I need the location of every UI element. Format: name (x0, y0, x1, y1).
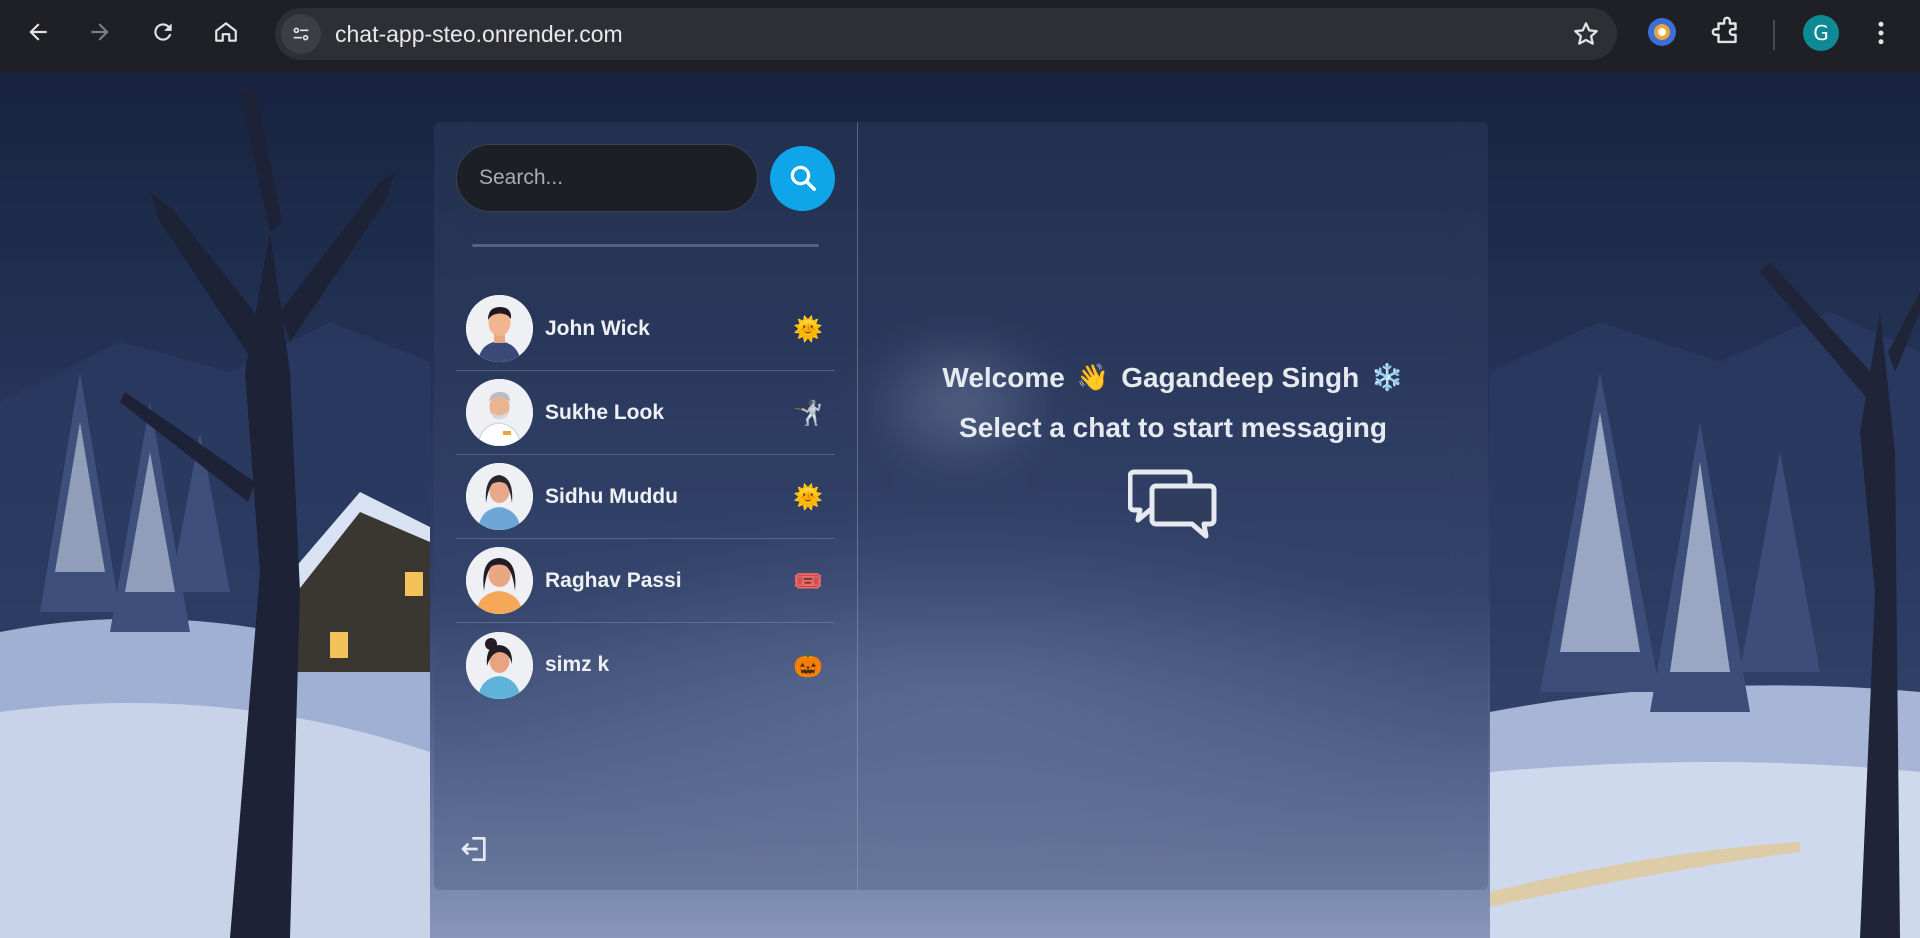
conversation-item[interactable]: Sidhu Muddu 🌞 (456, 455, 835, 539)
browser-toolbar: chat-app-steo.onrender.com G (0, 0, 1920, 72)
conversation-emoji: 🌞 (793, 314, 823, 343)
more-menu-icon[interactable] (1866, 16, 1896, 50)
conversation-emoji: 🤺 (793, 398, 823, 427)
snowflake-emoji: ❄️ (1371, 363, 1404, 393)
conversation-emoji: 🎃 (793, 651, 823, 679)
conversation-emoji: 🌞 (793, 482, 823, 511)
sidebar: John Wick 🌞 Sukhe Look 🤺 (434, 122, 858, 890)
url-text[interactable]: chat-app-steo.onrender.com (335, 21, 623, 48)
welcome-prefix: Welcome (942, 362, 1065, 393)
welcome-subtitle: Select a chat to start messaging (959, 412, 1387, 443)
profile-avatar[interactable]: G (1803, 15, 1839, 51)
logout-icon (461, 837, 486, 861)
conversation-name: Raghav Passi (545, 568, 682, 592)
avatar (466, 463, 533, 530)
extensions-puzzle-icon[interactable] (1710, 15, 1744, 49)
wave-emoji: 👋 (1076, 363, 1110, 393)
search-form (456, 144, 835, 212)
welcome-message: Welcome 👋 Gagandeep Singh ❄️ (942, 362, 1403, 394)
avatar (466, 631, 533, 699)
conversation-list: John Wick 🌞 Sukhe Look 🤺 Sidhu Muddu 🌞 R… (456, 287, 835, 707)
conversation-name: simz k (545, 653, 610, 676)
reload-icon[interactable] (143, 12, 183, 52)
bookmark-star-icon[interactable] (1571, 19, 1601, 49)
extension-icon[interactable] (1645, 15, 1679, 49)
avatar (466, 295, 533, 362)
conversation-name: John Wick (545, 316, 650, 340)
toolbar-divider (1773, 20, 1775, 50)
forward-icon[interactable] (80, 12, 120, 52)
conversation-item[interactable]: simz k 🎃 (456, 623, 835, 707)
conversation-emoji: 🎟️ (793, 566, 823, 595)
avatar (466, 379, 533, 446)
home-icon[interactable] (206, 12, 246, 52)
address-bar[interactable]: chat-app-steo.onrender.com (275, 8, 1617, 60)
conversation-item[interactable]: John Wick 🌞 (456, 287, 835, 371)
search-button[interactable] (770, 145, 835, 211)
back-icon[interactable] (18, 12, 58, 52)
chat-app-panel: John Wick 🌞 Sukhe Look 🤺 (434, 122, 1488, 890)
conversation-name: Sidhu Muddu (545, 484, 678, 508)
no-chat-selected: Welcome 👋 Gagandeep Singh ❄️ Select a ch… (858, 122, 1488, 890)
site-info-icon[interactable] (281, 14, 321, 54)
conversation-item[interactable]: Sukhe Look 🤺 (456, 371, 835, 455)
conversation-name: Sukhe Look (545, 400, 665, 424)
avatar (466, 547, 533, 614)
conversation-item[interactable]: Raghav Passi 🎟️ (456, 539, 835, 623)
search-input[interactable] (456, 144, 758, 212)
search-icon (790, 165, 816, 191)
sidebar-divider (472, 244, 819, 247)
chat-bubbles-icon (1128, 469, 1217, 539)
logout-button[interactable] (458, 832, 492, 866)
user-name: Gagandeep Singh (1121, 362, 1360, 393)
